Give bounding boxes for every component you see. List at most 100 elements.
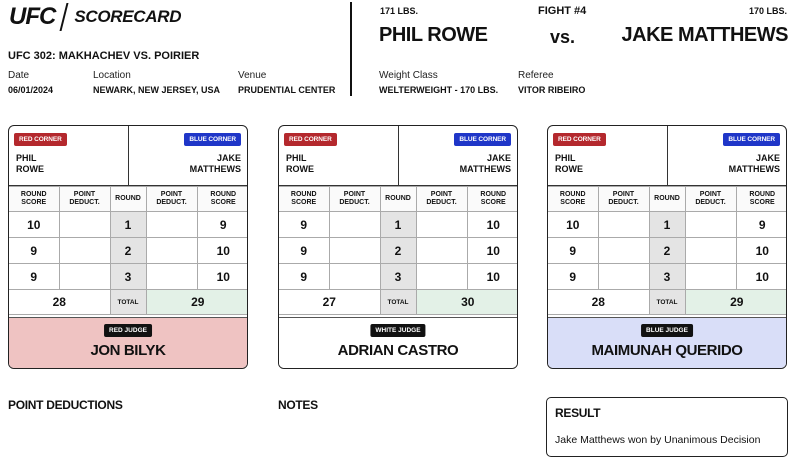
scorecard-header: RED CORNER BLUE CORNER PHIL ROWE JAKE MA…	[548, 126, 786, 186]
red-point-deduct-header: POINT DEDUCT.	[58, 186, 111, 212]
red-score: 9	[548, 263, 599, 290]
round-number: 3	[379, 263, 417, 290]
red-score: 9	[279, 263, 330, 290]
table-header-row: ROUND SCORE POINT DEDUCT. ROUND POINT DE…	[279, 186, 517, 212]
first-name: PHIL	[555, 153, 576, 163]
total-row: 27 TOTAL 30	[279, 289, 517, 315]
blue-score: 10	[466, 211, 517, 238]
date-label: Date	[8, 70, 30, 81]
blue-score: 10	[735, 237, 786, 264]
blue-round-score-header: ROUND SCORE	[735, 186, 786, 212]
score-table: ROUND SCORE POINT DEDUCT. ROUND POINT DE…	[548, 186, 786, 315]
date-value: 06/01/2024	[8, 85, 54, 95]
last-name: MATTHEWS	[459, 164, 511, 174]
red-score: 10	[548, 211, 599, 238]
notes-heading: NOTES	[278, 398, 318, 412]
red-round-score-header: ROUND SCORE	[9, 186, 60, 212]
blue-score: 10	[466, 237, 517, 264]
location-label: Location	[93, 70, 131, 81]
round-number: 1	[648, 211, 686, 238]
venue-value: PRUDENTIAL CENTER	[238, 85, 336, 95]
location-value: NEWARK, NEW JERSEY, USA	[93, 85, 221, 95]
logo-divider	[59, 3, 69, 31]
result-box: RESULT Jake Matthews won by Unanimous De…	[546, 397, 788, 457]
red-round-score-header: ROUND SCORE	[548, 186, 599, 212]
result-heading: RESULT	[555, 406, 601, 420]
round-number: 2	[648, 237, 686, 264]
scorecard-header: RED CORNER BLUE CORNER PHIL ROWE JAKE MA…	[279, 126, 517, 186]
judge-panel: BLUE JUDGE MAIMUNAH QUERIDO	[548, 317, 786, 368]
blue-deduction	[415, 263, 468, 290]
judge-scorecard-1: RED CORNER BLUE CORNER PHIL ROWE JAKE MA…	[8, 125, 248, 369]
blue-deduction	[684, 237, 737, 264]
round-number: 3	[648, 263, 686, 290]
last-name: ROWE	[286, 164, 314, 174]
blue-round-score-header: ROUND SCORE	[466, 186, 517, 212]
red-corner-badge: RED CORNER	[553, 133, 606, 146]
table-row: 10 1 9	[9, 211, 247, 238]
table-row: 9 2 10	[9, 237, 247, 264]
blue-corner-badge: BLUE CORNER	[454, 133, 511, 146]
table-header-row: ROUND SCORE POINT DEDUCT. ROUND POINT DE…	[9, 186, 247, 212]
last-name: MATTHEWS	[189, 164, 241, 174]
judge-badge: BLUE JUDGE	[641, 324, 693, 337]
red-deduction	[597, 237, 650, 264]
red-deduction	[58, 263, 111, 290]
round-number: 2	[379, 237, 417, 264]
total-row: 28 TOTAL 29	[548, 289, 786, 315]
red-score: 9	[9, 263, 60, 290]
blue-deduction	[415, 237, 468, 264]
round-header: ROUND	[109, 186, 147, 212]
table-row: 9 3 10	[9, 263, 247, 290]
blue-corner-fighter: JAKE MATTHEWS	[729, 153, 780, 175]
red-total: 28	[9, 289, 111, 315]
judge-badge: RED JUDGE	[104, 324, 152, 337]
total-label: TOTAL	[379, 289, 417, 315]
judge-panel: RED JUDGE JON BILYK	[9, 317, 247, 368]
red-deduction	[328, 211, 381, 238]
red-point-deduct-header: POINT DEDUCT.	[328, 186, 381, 212]
referee-value: VITOR RIBEIRO	[518, 85, 586, 95]
blue-corner-fighter: JAKE MATTHEWS	[460, 153, 511, 175]
judge-name: ADRIAN CASTRO	[337, 342, 459, 359]
judge-scorecard-2: RED CORNER BLUE CORNER PHIL ROWE JAKE MA…	[278, 125, 518, 369]
blue-point-deduct-header: POINT DEDUCT.	[145, 186, 198, 212]
event-name: UFC 302: MAKHACHEV VS. POIRIER	[8, 50, 200, 62]
red-deduction	[58, 237, 111, 264]
red-corner-fighter: PHIL ROWE	[16, 153, 44, 175]
blue-fighter-weight: 170 LBS.	[748, 6, 787, 16]
versus-label: vs.	[550, 27, 576, 47]
round-number: 2	[109, 237, 147, 264]
total-label: TOTAL	[648, 289, 686, 315]
blue-deduction	[415, 211, 468, 238]
blue-score: 10	[196, 237, 247, 264]
red-deduction	[597, 263, 650, 290]
blue-score: 10	[735, 263, 786, 290]
blue-total: 29	[145, 289, 247, 315]
red-deduction	[328, 263, 381, 290]
round-header: ROUND	[648, 186, 686, 212]
table-row: 9 3 10	[279, 263, 517, 290]
total-label: TOTAL	[109, 289, 147, 315]
blue-corner-badge: BLUE CORNER	[723, 133, 780, 146]
last-name: MATTHEWS	[728, 164, 780, 174]
judge-badge: WHITE JUDGE	[370, 324, 426, 337]
last-name: ROWE	[16, 164, 44, 174]
blue-deduction	[684, 211, 737, 238]
red-score: 9	[9, 237, 60, 264]
first-name: PHIL	[286, 153, 307, 163]
blue-score: 10	[466, 263, 517, 290]
red-round-score-header: ROUND SCORE	[279, 186, 330, 212]
red-deduction	[328, 237, 381, 264]
judge-panel: WHITE JUDGE ADRIAN CASTRO	[279, 317, 517, 368]
blue-total: 30	[415, 289, 517, 315]
blue-deduction	[684, 263, 737, 290]
red-total: 27	[279, 289, 381, 315]
weight-class-label: Weight Class	[379, 70, 438, 81]
round-number: 1	[379, 211, 417, 238]
table-row: 9 3 10	[548, 263, 786, 290]
red-corner-badge: RED CORNER	[14, 133, 67, 146]
red-score: 9	[548, 237, 599, 264]
venue-label: Venue	[238, 70, 267, 81]
blue-fighter-name: JAKE MATTHEWS	[621, 24, 789, 46]
